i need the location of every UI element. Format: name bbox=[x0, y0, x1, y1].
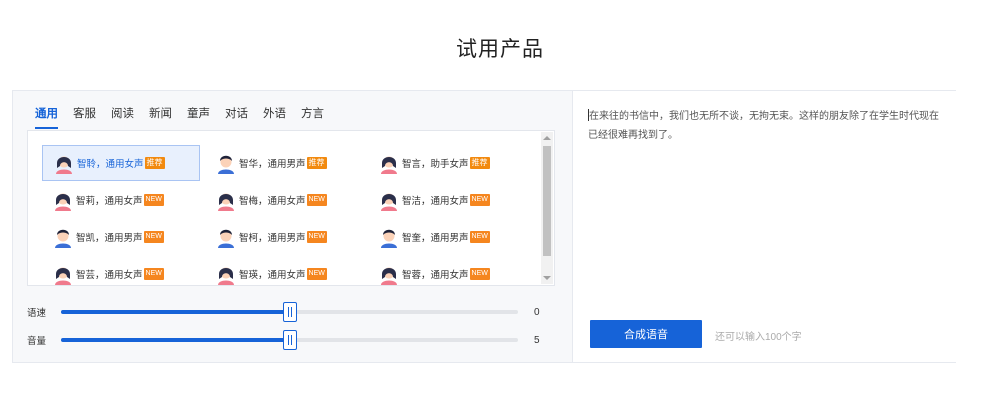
tab-reading[interactable]: 阅读 bbox=[111, 107, 134, 129]
female-avatar-icon bbox=[379, 189, 399, 211]
male-avatar-icon bbox=[53, 226, 73, 248]
female-avatar-icon bbox=[216, 263, 236, 285]
voice-list-scrollbar[interactable] bbox=[541, 132, 553, 284]
voice-name: 智言，助手女声 bbox=[402, 159, 469, 170]
voice-list: 智聆，通用女声 推荐 智华，通用男声 推荐 智言，助手女声 推荐 智莉，通用女声 NEW 智梅，… bbox=[27, 130, 555, 286]
voice-name: 智聆，通用女声 bbox=[77, 159, 144, 170]
voice-option[interactable]: 智芸，通用女声 NEW bbox=[42, 256, 200, 285]
new-badge: NEW bbox=[469, 194, 490, 206]
new-badge: NEW bbox=[469, 268, 490, 280]
male-avatar-icon bbox=[216, 226, 236, 248]
volume-label: 音量 bbox=[27, 336, 47, 347]
voice-name: 智洁，通用女声 bbox=[402, 196, 469, 207]
voice-name: 智蓉，通用女声 bbox=[402, 270, 469, 281]
speed-slider-handle[interactable] bbox=[283, 302, 297, 322]
voice-name: 智梅，通用女声 bbox=[239, 196, 306, 207]
male-avatar-icon bbox=[216, 152, 236, 174]
scroll-up-arrow-icon[interactable] bbox=[543, 136, 551, 140]
trial-panel: 通用 客服 阅读 新闻 童声 对话 外语 方言 智聆，通用女声 推荐 智华，通用男声… bbox=[12, 90, 956, 363]
scroll-down-arrow-icon[interactable] bbox=[543, 276, 551, 280]
tab-news[interactable]: 新闻 bbox=[149, 107, 172, 129]
female-avatar-icon bbox=[54, 152, 74, 174]
recommend-badge: 推荐 bbox=[144, 157, 165, 169]
tab-foreign-language[interactable]: 外语 bbox=[263, 107, 286, 129]
voice-option[interactable]: 智瑛，通用女声 NEW bbox=[205, 256, 363, 285]
female-avatar-icon bbox=[216, 189, 236, 211]
tab-child-voice[interactable]: 童声 bbox=[187, 107, 210, 129]
voice-option[interactable]: 智凯，通用男声 NEW bbox=[42, 219, 200, 255]
volume-slider-handle[interactable] bbox=[283, 330, 297, 350]
voice-name: 智凯，通用男声 bbox=[76, 233, 143, 244]
voice-settings-panel: 通用 客服 阅读 新闻 童声 对话 外语 方言 智聆，通用女声 推荐 智华，通用男声… bbox=[13, 91, 573, 362]
voice-option[interactable]: 智言，助手女声 推荐 bbox=[368, 145, 526, 181]
voice-name: 智芸，通用女声 bbox=[76, 270, 143, 281]
speed-value: 0 bbox=[534, 306, 540, 318]
voice-option[interactable]: 智洁，通用女声 NEW bbox=[368, 182, 526, 218]
voice-name: 智奎，通用男声 bbox=[402, 233, 469, 244]
volume-slider[interactable] bbox=[61, 330, 518, 350]
speed-label: 语速 bbox=[27, 308, 47, 319]
recommend-badge: 推荐 bbox=[306, 157, 327, 169]
speed-slider[interactable] bbox=[61, 302, 518, 322]
female-avatar-icon bbox=[53, 263, 73, 285]
volume-value: 5 bbox=[534, 334, 540, 346]
male-avatar-icon bbox=[379, 226, 399, 248]
voice-name: 智莉，通用女声 bbox=[76, 196, 143, 207]
voice-option[interactable]: 智梅，通用女声 NEW bbox=[205, 182, 363, 218]
new-badge: NEW bbox=[143, 231, 164, 243]
new-badge: NEW bbox=[306, 268, 327, 280]
voice-name: 智柯，通用男声 bbox=[239, 233, 306, 244]
remaining-chars-hint: 还可以输入100个字 bbox=[715, 332, 802, 343]
new-badge: NEW bbox=[143, 194, 164, 206]
text-input[interactable]: 在来往的书信中，我们也无所不谈，无拘无束。这样的朋友除了在学生时代现在已经很难再… bbox=[588, 107, 944, 145]
female-avatar-icon bbox=[53, 189, 73, 211]
scroll-thumb[interactable] bbox=[543, 146, 551, 256]
speed-slider-row: 语速 0 bbox=[27, 302, 547, 322]
new-badge: NEW bbox=[143, 268, 164, 280]
tab-dialogue[interactable]: 对话 bbox=[225, 107, 248, 129]
voice-option[interactable]: 智蓉，通用女声 NEW bbox=[368, 256, 526, 285]
female-avatar-icon bbox=[379, 263, 399, 285]
speed-slider-fill bbox=[61, 310, 290, 314]
voice-option[interactable]: 智柯，通用男声 NEW bbox=[205, 219, 363, 255]
volume-slider-row: 音量 5 bbox=[27, 330, 547, 350]
voice-option[interactable]: 智华，通用男声 推荐 bbox=[205, 145, 363, 181]
page-title: 试用产品 bbox=[456, 38, 544, 61]
tab-customer-service[interactable]: 客服 bbox=[73, 107, 96, 129]
tab-dialect[interactable]: 方言 bbox=[301, 107, 324, 129]
new-badge: NEW bbox=[306, 194, 327, 206]
new-badge: NEW bbox=[306, 231, 327, 243]
new-badge: NEW bbox=[469, 231, 490, 243]
volume-slider-fill bbox=[61, 338, 290, 342]
recommend-badge: 推荐 bbox=[469, 157, 490, 169]
voice-category-tabs: 通用 客服 阅读 新闻 童声 对话 外语 方言 bbox=[35, 107, 339, 129]
tab-general[interactable]: 通用 bbox=[35, 107, 58, 129]
voice-name: 智瑛，通用女声 bbox=[239, 270, 306, 281]
synthesize-button[interactable]: 合成语音 bbox=[590, 320, 702, 348]
voice-option[interactable]: 智莉，通用女声 NEW bbox=[42, 182, 200, 218]
voice-option[interactable]: 智奎，通用男声 NEW bbox=[368, 219, 526, 255]
text-synthesis-panel: 在来往的书信中，我们也无所不谈，无拘无束。这样的朋友除了在学生时代现在已经很难再… bbox=[574, 91, 956, 362]
voice-name: 智华，通用男声 bbox=[239, 159, 306, 170]
text-input-value: 在来往的书信中，我们也无所不谈，无拘无束。这样的朋友除了在学生时代现在已经很难再… bbox=[588, 111, 939, 141]
female-avatar-icon bbox=[379, 152, 399, 174]
voice-option[interactable]: 智聆，通用女声 推荐 bbox=[42, 145, 200, 181]
